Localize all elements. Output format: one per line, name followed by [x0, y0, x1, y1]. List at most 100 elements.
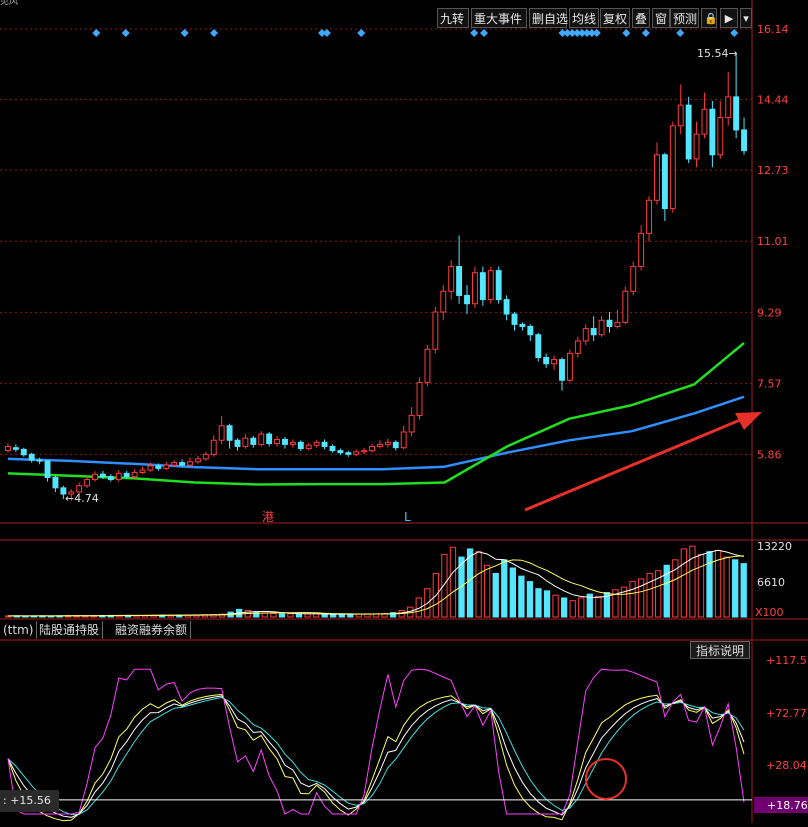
- stock-chart-window: 见风 16.14 14.44 12.73 11.01 9.29 7.57 5.86 15.5…: [0, 0, 808, 823]
- volume-bar: [441, 553, 448, 618]
- candle-body: [369, 445, 375, 452]
- candle-body: [424, 348, 431, 383]
- toolbar-item[interactable]: 窗: [652, 8, 670, 28]
- volume-bar: [278, 613, 286, 618]
- toolbar-item[interactable]: 预测: [670, 8, 699, 28]
- indicator-help-button[interactable]: 指标说明: [690, 641, 750, 659]
- toolbar-item[interactable]: 删自选: [529, 8, 568, 28]
- candle-body: [654, 154, 660, 201]
- event-marker-icon: [592, 29, 601, 37]
- candle-body: [139, 469, 146, 474]
- volume-bar: [466, 548, 474, 618]
- chart-canvas[interactable]: 16.14 14.44 12.73 11.01 9.29 7.57 5.86 15.54→ ←…: [0, 0, 808, 823]
- event-marker-icon: [479, 29, 488, 37]
- volume-bar: [261, 612, 268, 618]
- candle-body: [258, 433, 265, 445]
- volume-bar: [330, 613, 337, 618]
- lock-icon[interactable]: 🔒: [701, 8, 718, 28]
- event-marker-icon: [730, 29, 739, 37]
- volume-bar: [287, 613, 294, 618]
- toolbar-item[interactable]: 叠: [632, 8, 650, 28]
- toolbar-item[interactable]: 重大事件: [471, 8, 527, 28]
- highlight-circle: [585, 758, 627, 800]
- volume-bar: [569, 600, 576, 618]
- volume-bar: [449, 546, 457, 618]
- candle-body: [638, 232, 645, 267]
- volume-bar: [270, 612, 277, 618]
- candle-body: [669, 125, 676, 210]
- candle-body: [353, 451, 360, 455]
- oscillator-panel: +117.5 +72.77 +28.04 +18.76: [0, 654, 808, 822]
- tab-margin-balance[interactable]: 融资融券余额: [112, 621, 192, 639]
- price-tick-label: 16.14: [757, 23, 789, 36]
- candle-body: [297, 441, 304, 450]
- toolbar-item[interactable]: 均线: [569, 8, 599, 28]
- volume-bar: [312, 613, 320, 618]
- candle-body: [234, 439, 241, 447]
- oscillator-tick-label: +117.5: [766, 654, 807, 667]
- candle-body: [202, 453, 209, 460]
- oscillator-mid-line: [7, 695, 745, 818]
- oscillator-tick-label: +72.77: [766, 707, 807, 720]
- trend-arrow-line: [524, 418, 741, 512]
- volume-bar: [552, 594, 559, 618]
- event-label-l: L: [404, 510, 411, 524]
- oscillator-k-line: [7, 693, 745, 822]
- candle-body: [527, 325, 534, 336]
- volume-bar: [560, 597, 568, 618]
- oscillator-d-line: [7, 696, 745, 816]
- candle-body: [408, 414, 415, 433]
- candle-body: [535, 334, 542, 359]
- candle-body: [606, 319, 613, 327]
- volume-bar: [637, 578, 645, 618]
- volume-bar: [492, 572, 499, 618]
- candle-body: [725, 96, 732, 119]
- candle-body: [503, 299, 510, 315]
- candlestick-series: [5, 53, 747, 501]
- tab-hk-connect-holdings[interactable]: 陆股通持股: [36, 621, 104, 639]
- current-value-label: +18.76: [767, 799, 808, 812]
- candle-body: [574, 340, 581, 354]
- price-tick-label: 11.01: [757, 235, 789, 248]
- candle-body: [20, 448, 27, 456]
- volume-bar: [595, 595, 602, 618]
- candle-body: [693, 133, 700, 160]
- candle-body: [155, 465, 162, 469]
- candle-body: [582, 328, 589, 342]
- price-tick-label: 14.44: [757, 93, 789, 106]
- candle-body: [226, 425, 233, 441]
- volume-bar: [304, 613, 311, 618]
- candle-body: [36, 459, 43, 462]
- toolbar-item[interactable]: 复权: [600, 8, 630, 28]
- volume-panel: 13220 6610 X100: [5, 540, 792, 619]
- candle-body: [661, 154, 668, 210]
- candle-body: [551, 359, 558, 365]
- chevron-down-icon[interactable]: ▾: [740, 8, 752, 28]
- candle-body: [179, 462, 186, 466]
- tab-ttm[interactable]: (ttm): [0, 621, 38, 639]
- volume-bar: [501, 559, 508, 618]
- top-tab-1[interactable]: 见风: [0, 0, 18, 6]
- price-tick-label: 9.29: [757, 306, 782, 319]
- candle-body: [131, 472, 138, 478]
- event-marker-icon: [641, 29, 650, 37]
- candle-body: [147, 465, 154, 471]
- event-marker-icon: [92, 29, 101, 37]
- candle-body: [685, 104, 692, 160]
- skip-right-icon[interactable]: ▶: [720, 8, 738, 28]
- event-marker-icon: [121, 29, 130, 37]
- toolbar-item[interactable]: 九转: [437, 8, 469, 28]
- candle-body: [84, 479, 91, 487]
- candle-body: [313, 441, 320, 446]
- volume-bar: [680, 548, 688, 618]
- candle-body: [266, 433, 273, 445]
- candle-body: [400, 431, 407, 449]
- candle-body: [384, 441, 391, 445]
- volume-bar: [740, 563, 747, 618]
- candle-body: [622, 290, 629, 323]
- candle-body: [559, 359, 565, 381]
- event-marker-icon: [357, 29, 366, 37]
- top-tab-strip[interactable]: 见风: [0, 0, 430, 6]
- candle-body: [590, 328, 597, 336]
- volume-bar: [295, 613, 303, 618]
